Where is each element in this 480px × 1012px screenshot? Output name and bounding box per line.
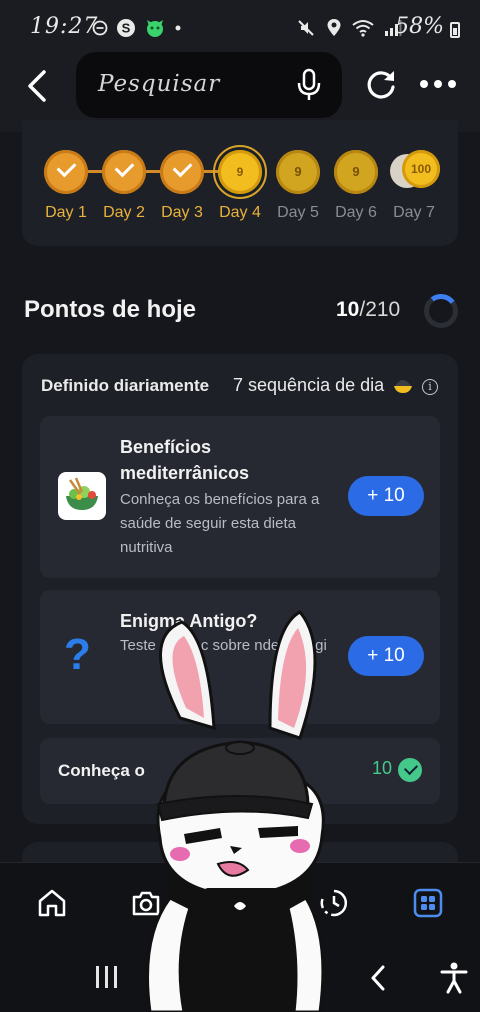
daily-set-label: Definido diariamente — [41, 376, 210, 395]
info-icon[interactable]: i — [422, 379, 438, 395]
more-options-icon[interactable] — [420, 80, 456, 88]
task-card[interactable]: Benefícios mediterrânicos Conheça os ben… — [40, 416, 440, 578]
accessibility-icon[interactable] — [440, 962, 468, 994]
task-description: Conheça os benefícios para a saúde de se… — [120, 491, 320, 556]
day-label: Day 4 — [219, 204, 261, 221]
check-coin-icon — [44, 150, 88, 194]
question-mark-icon: ? — [64, 630, 91, 679]
game-icon — [147, 20, 163, 37]
bowl-icon — [394, 380, 412, 393]
check-coin-icon — [102, 150, 146, 194]
search-placeholder: Pesquisar — [98, 71, 221, 97]
back-arrow-icon[interactable] — [22, 68, 52, 104]
coin-value: 9 — [352, 164, 360, 179]
status-system-icons — [296, 18, 402, 38]
points-score: 10/210 — [336, 298, 400, 322]
task-title: Benefícios mediterrânicos — [120, 437, 250, 483]
streak-card: Day 1 Day 2 Day 3 9 Day 4 9 Day 5 9 Day … — [22, 120, 458, 246]
streak-day-4: 9 Day 4 — [213, 145, 267, 222]
wifi-icon — [352, 20, 374, 37]
streak-day-1: Day 1 — [42, 150, 90, 222]
check-circle-icon — [398, 758, 422, 782]
streak-sequence-label: 7 sequência de dia — [233, 375, 385, 395]
coin-icon: 9 — [334, 150, 378, 194]
earn-points-button[interactable]: + 10 — [348, 476, 424, 516]
status-notification-icons: S — [92, 18, 182, 38]
streak-day-6: 9 Day 6 — [332, 150, 380, 222]
apps-grid-icon[interactable] — [412, 887, 444, 919]
points-progress-ring — [424, 294, 458, 328]
points-earned: 10 — [336, 298, 360, 321]
coin-stack-icon: 100 — [390, 150, 440, 194]
status-time: 19:27 — [30, 14, 99, 39]
bunny-sticker-image — [146, 610, 325, 1012]
coin-value: 100 — [402, 150, 440, 188]
location-icon — [327, 19, 341, 36]
streak-day-5: 9 Day 5 — [274, 150, 322, 222]
points-total: /210 — [359, 298, 401, 321]
recent-apps-icon[interactable] — [96, 966, 117, 988]
mute-icon — [298, 20, 314, 36]
earned-points: 10 — [371, 758, 392, 778]
microphone-icon[interactable] — [296, 68, 322, 102]
earn-points-button[interactable]: + 10 — [348, 636, 424, 676]
check-coin-icon — [160, 150, 204, 194]
svg-text:S: S — [122, 21, 131, 36]
day-label: Day 6 — [335, 204, 377, 221]
streak-day-7: 100 Day 7 — [390, 150, 440, 222]
skype-icon: S — [117, 19, 135, 37]
streak-day-3: Day 3 — [158, 150, 206, 222]
day-label: Day 7 — [393, 204, 435, 221]
coin-icon: 9 — [276, 150, 320, 194]
system-back-icon[interactable] — [368, 964, 388, 992]
day-label: Day 3 — [161, 204, 203, 221]
reload-icon[interactable] — [364, 68, 398, 102]
day-label: Day 1 — [45, 204, 87, 221]
home-icon[interactable] — [36, 887, 68, 919]
day-label: Day 2 — [103, 204, 145, 221]
dot-icon — [175, 25, 181, 31]
top-bar: Pesquisar — [0, 40, 480, 132]
battery-level: 58% — [395, 14, 444, 39]
streak-day-2: Day 2 — [100, 150, 148, 222]
coin-value: 9 — [294, 164, 302, 179]
dnd-icon — [92, 20, 108, 36]
points-title: Pontos de hoje — [24, 296, 197, 323]
coin-value: 9 — [236, 165, 244, 179]
battery-icon — [450, 22, 460, 38]
coin-icon: 9 — [213, 145, 267, 199]
salad-bowl-icon — [58, 472, 106, 520]
search-bar[interactable]: Pesquisar — [76, 52, 342, 118]
day-label: Day 5 — [277, 204, 319, 221]
